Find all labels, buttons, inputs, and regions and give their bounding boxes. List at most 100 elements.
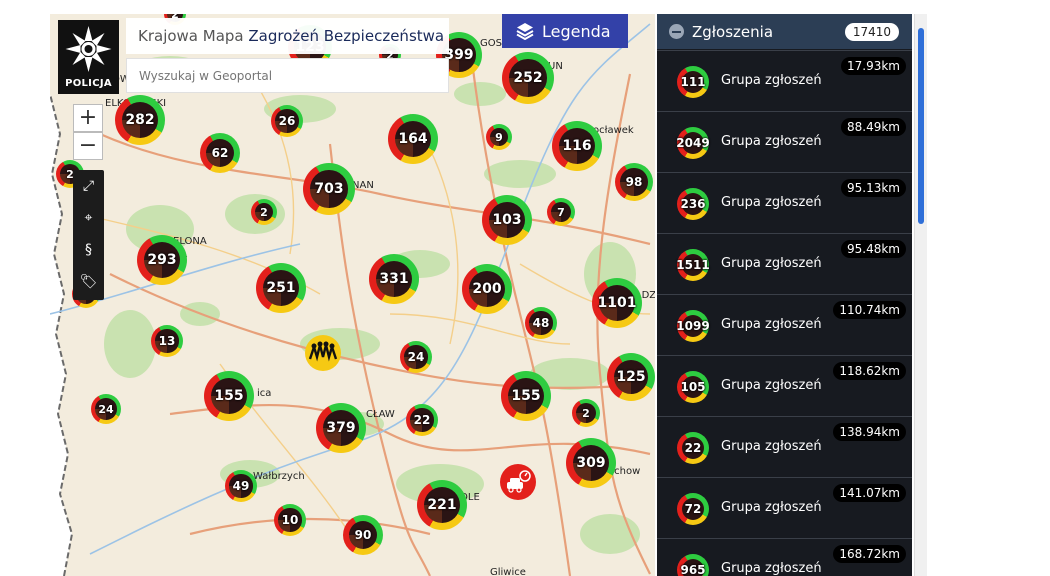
cluster-marker[interactable]: 164 (388, 114, 438, 164)
cluster-count: 164 (398, 131, 428, 147)
panel-title: Zgłoszenia (692, 22, 774, 41)
cluster-marker[interactable]: 331 (369, 254, 419, 304)
cluster-count: 116 (562, 138, 592, 154)
title-part-2: Zagrożeń Bezpieczeństwa (248, 27, 445, 45)
cluster-marker[interactable]: 48 (525, 307, 557, 339)
cluster-marker[interactable]: 379 (316, 403, 366, 453)
distance-badge: 95.48km (841, 240, 906, 258)
cluster-marker[interactable]: 200 (462, 264, 512, 314)
cluster-marker[interactable]: 309 (566, 438, 616, 488)
report-group-item[interactable]: 105 Grupa zgłoszeń 118.62km (657, 355, 912, 415)
cluster-marker[interactable]: 2 (251, 199, 277, 225)
group-count: 1511 (676, 258, 710, 272)
cluster-count: 155 (511, 388, 541, 404)
cluster-marker[interactable]: 252 (502, 52, 554, 104)
cluster-marker[interactable]: 155 (204, 371, 254, 421)
distance-badge: 110.74km (833, 301, 906, 319)
group-count: 236 (680, 197, 706, 211)
legend-label: Legenda (542, 21, 611, 41)
distance-badge: 95.13km (841, 179, 906, 197)
zoom-out-button[interactable]: − (73, 132, 103, 160)
report-group-item[interactable]: 2049 Grupa zgłoszeń 88.49km (657, 111, 912, 171)
report-group-item[interactable]: 1511 Grupa zgłoszeń 95.48km (657, 233, 912, 293)
cluster-marker[interactable]: 103 (482, 195, 532, 245)
report-group-item[interactable]: 1099 Grupa zgłoszeń 110.74km (657, 294, 912, 354)
cluster-count: 251 (266, 280, 296, 296)
cluster-marker[interactable]: 251 (256, 263, 306, 313)
cluster-count: 252 (513, 70, 543, 86)
paragraph-icon[interactable]: § (73, 234, 104, 266)
cluster-marker[interactable]: 26 (271, 105, 303, 137)
cluster-marker[interactable]: 49 (225, 470, 257, 502)
distance-badge: 138.94km (833, 423, 906, 441)
cluster-marker[interactable]: 24 (400, 341, 432, 373)
distance-badge: 141.07km (833, 484, 906, 502)
cluster-marker[interactable]: 24 (91, 394, 121, 424)
cluster-count: 200 (472, 281, 502, 297)
fullscreen-icon[interactable]: ⤢ (73, 170, 104, 202)
speed-car-icon[interactable] (500, 464, 536, 500)
cluster-marker[interactable]: 155 (501, 371, 551, 421)
legend-button[interactable]: Legenda (502, 14, 628, 48)
cluster-marker[interactable]: 22 (406, 404, 438, 436)
cluster-marker[interactable]: 221 (417, 480, 467, 530)
report-group-item[interactable]: 72 Grupa zgłoszeń 141.07km (657, 477, 912, 537)
search-input[interactable] (126, 58, 449, 93)
group-cluster-icon: 22 (677, 432, 709, 464)
group-count: 1099 (676, 319, 710, 333)
cluster-marker[interactable]: 7 (547, 198, 575, 226)
scrollbar-thumb[interactable] (918, 28, 924, 224)
threat-map[interactable]: GOSUNKOWELKOPOLSKIocławekNANELONAÓRALDZi… (50, 14, 655, 576)
title-part-1: Krajowa Mapa (138, 27, 249, 45)
cluster-marker[interactable]: 10 (274, 504, 306, 536)
report-group-item[interactable]: 236 Grupa zgłoszeń 95.13km (657, 172, 912, 232)
cluster-marker[interactable]: 2 (572, 399, 600, 427)
distance-badge: 88.49km (841, 118, 906, 136)
group-cluster-icon: 965 (677, 554, 709, 576)
report-group-item[interactable]: 111 Grupa zgłoszeń 17.93km (657, 50, 912, 110)
cluster-count: 155 (214, 388, 244, 404)
cluster-count: 282 (125, 112, 155, 128)
cluster-marker[interactable]: 125 (607, 353, 655, 401)
collapse-icon[interactable] (669, 24, 684, 39)
cluster-marker[interactable]: 282 (115, 95, 165, 145)
cluster-count: 703 (314, 181, 344, 197)
cluster-marker[interactable]: 13 (151, 325, 183, 357)
cluster-marker[interactable]: 98 (615, 163, 653, 201)
cluster-marker[interactable]: 9 (486, 124, 512, 150)
report-group-item[interactable]: 965 Grupa zgłoszeń 168.72km (657, 538, 912, 576)
cluster-marker[interactable]: 62 (200, 133, 240, 173)
cluster-count: 331 (379, 271, 409, 287)
panel-scrollbar[interactable] (914, 14, 927, 576)
group-label: Grupa zgłoszeń (721, 73, 822, 88)
zoom-in-button[interactable]: + (73, 104, 103, 132)
page-title: Krajowa Mapa Zagrożeń Bezpieczeństwa (126, 18, 449, 54)
cluster-count: 7 (557, 205, 565, 219)
cluster-marker[interactable]: 293 (137, 235, 187, 285)
panel-header[interactable]: Zgłoszenia 17410 (657, 14, 912, 49)
cluster-count: 293 (147, 252, 177, 268)
report-count-badge: 17410 (844, 22, 899, 41)
group-count: 111 (680, 75, 706, 89)
tag-icon[interactable]: 🏷 (73, 266, 104, 298)
group-cluster-icon: 1099 (676, 310, 710, 342)
crowd-icon[interactable] (305, 335, 341, 371)
cluster-count: 13 (158, 334, 176, 348)
locate-icon[interactable]: ⌖ (73, 202, 104, 234)
cluster-count: 22 (413, 413, 431, 427)
group-count: 2049 (676, 136, 710, 150)
cluster-count: 103 (492, 212, 522, 228)
cluster-marker[interactable]: 1101 (592, 278, 642, 328)
cluster-marker[interactable]: 116 (552, 121, 602, 171)
cluster-count: 9 (495, 130, 503, 144)
group-label: Grupa zgłoszeń (721, 134, 822, 149)
cluster-marker[interactable]: 703 (303, 163, 355, 215)
report-group-item[interactable]: 22 Grupa zgłoszeń 138.94km (657, 416, 912, 476)
town-label: ica (257, 388, 272, 399)
town-label: CŁAW (366, 409, 395, 420)
cluster-count: 309 (576, 455, 606, 471)
cluster-marker[interactable]: 90 (343, 515, 383, 555)
group-count: 965 (680, 563, 706, 576)
logo-text: POLICJA (65, 78, 112, 89)
group-cluster-icon: 111 (677, 66, 709, 98)
